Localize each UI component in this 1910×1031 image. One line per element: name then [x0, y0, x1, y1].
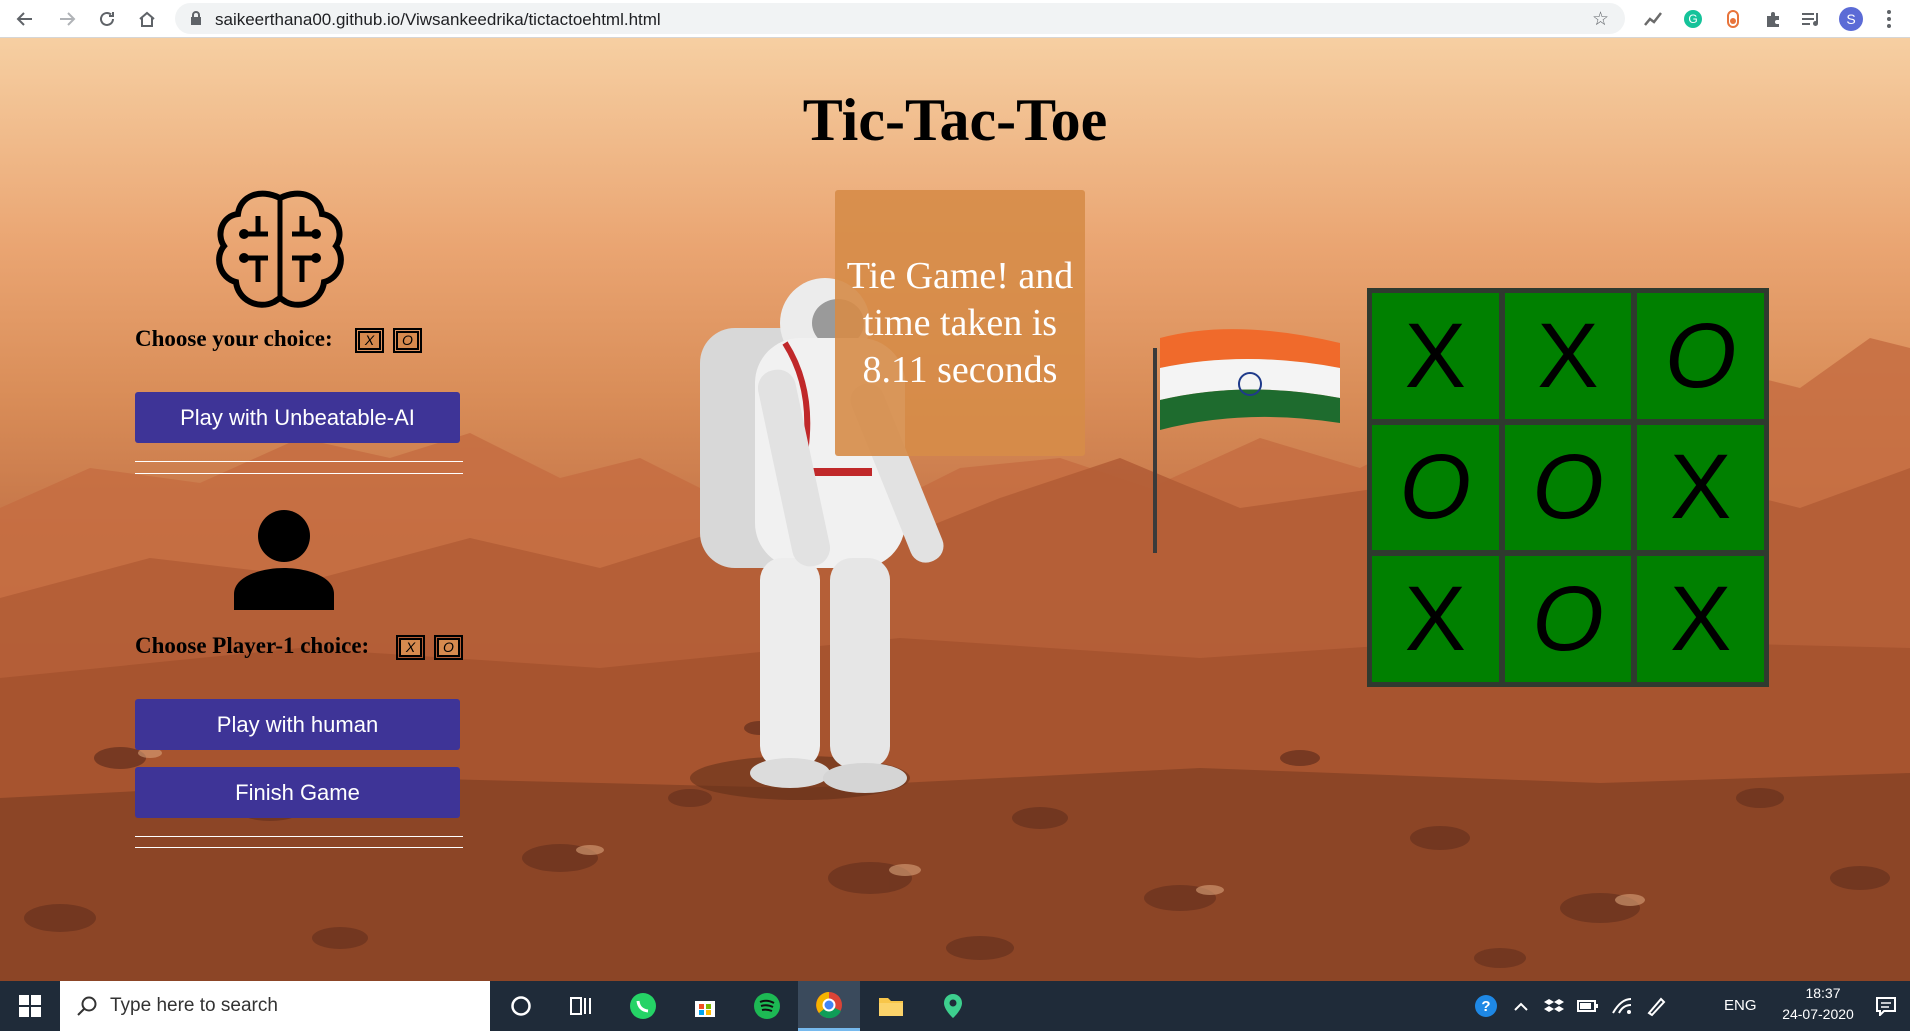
pen-ink-icon[interactable]: [1640, 981, 1672, 1031]
file-explorer-icon[interactable]: [860, 981, 922, 1031]
task-view-icon[interactable]: [550, 981, 612, 1031]
player1-choice-label: Choose Player-1 choice:: [135, 633, 370, 658]
section-divider: [135, 461, 463, 462]
chevron-up-icon[interactable]: [1506, 981, 1536, 1031]
ai-choice-x[interactable]: X: [355, 328, 384, 353]
windows-taskbar: Type here to search ? ENG 18:37 24-07-20…: [0, 981, 1910, 1031]
browser-menu-icon[interactable]: [1876, 6, 1902, 32]
board-cell-3[interactable]: O: [1637, 293, 1764, 419]
finish-game-button[interactable]: Finish Game: [135, 767, 460, 818]
board-cell-7[interactable]: X: [1372, 556, 1499, 682]
board-cell-8[interactable]: O: [1504, 556, 1632, 682]
forward-arrow-icon[interactable]: [54, 6, 80, 32]
media-control-icon[interactable]: [1798, 6, 1824, 32]
player1-choice-o[interactable]: O: [434, 635, 463, 660]
browser-toolbar: saikeerthana00.github.io/Viwsankeedrika/…: [0, 0, 1910, 38]
ai-choice-o[interactable]: O: [393, 328, 422, 353]
cortana-icon[interactable]: [490, 981, 552, 1031]
clock-time[interactable]: 18:37: [1788, 985, 1858, 1001]
help-icon[interactable]: ?: [1468, 981, 1504, 1031]
reload-icon[interactable]: [94, 6, 120, 32]
stats-extension-icon[interactable]: [1640, 6, 1666, 32]
puzzle-extensions-icon[interactable]: [1760, 6, 1786, 32]
profile-avatar[interactable]: S: [1838, 6, 1864, 32]
search-placeholder: Type here to search: [110, 995, 278, 1016]
back-arrow-icon[interactable]: [12, 6, 38, 32]
whatsapp-icon[interactable]: [612, 981, 674, 1031]
home-icon[interactable]: [134, 6, 160, 32]
address-bar[interactable]: saikeerthana00.github.io/Viwsankeedrika/…: [175, 3, 1625, 34]
ai-brain-icon: [216, 190, 344, 308]
board-cell-6[interactable]: X: [1637, 424, 1764, 551]
svg-text:?: ?: [1481, 998, 1490, 1015]
game-page: Tic-Tac-Toe Choose your choice: X O Play…: [0, 38, 1910, 981]
board-cell-4[interactable]: O: [1372, 424, 1499, 551]
extension-orange-icon[interactable]: [1720, 6, 1746, 32]
board-cell-1[interactable]: X: [1372, 293, 1499, 419]
lock-icon: [189, 10, 203, 31]
section-divider: [135, 847, 463, 848]
maps-app-icon[interactable]: [922, 981, 984, 1031]
battery-icon[interactable]: [1572, 981, 1604, 1031]
page-title: Tic-Tac-Toe: [802, 87, 1108, 153]
url-text: saikeerthana00.github.io/Viwsankeedrika/…: [215, 10, 661, 29]
game-result-message: Tie Game! and time taken is 8.11 seconds: [835, 190, 1085, 456]
ai-choice-label: Choose your choice:: [135, 326, 333, 351]
tic-tac-toe-board: X X O O O X X O X: [1367, 288, 1769, 687]
windows-start-icon[interactable]: [0, 981, 60, 1031]
notifications-icon[interactable]: [1866, 981, 1906, 1031]
dropbox-icon[interactable]: [1538, 981, 1570, 1031]
bookmark-star-icon[interactable]: ☆: [1592, 8, 1609, 31]
play-ai-button[interactable]: Play with Unbeatable-AI: [135, 392, 460, 443]
chrome-taskbar-icon[interactable]: [798, 981, 860, 1031]
microsoft-store-icon[interactable]: [674, 981, 736, 1031]
clock-date[interactable]: 24-07-2020: [1768, 1006, 1868, 1022]
board-cell-9[interactable]: X: [1637, 556, 1764, 682]
search-icon: [76, 995, 98, 1022]
section-divider: [135, 836, 463, 837]
language-indicator[interactable]: ENG: [1724, 997, 1757, 1014]
section-divider: [135, 473, 463, 474]
taskbar-search-box[interactable]: Type here to search: [60, 981, 490, 1031]
svg-text:G: G: [1688, 12, 1697, 26]
board-cell-5[interactable]: O: [1504, 424, 1632, 551]
wifi-icon[interactable]: [1606, 981, 1638, 1031]
grammarly-icon[interactable]: G: [1680, 6, 1706, 32]
board-cell-2[interactable]: X: [1504, 293, 1632, 419]
player1-choice-x[interactable]: X: [396, 635, 425, 660]
person-icon: [234, 510, 334, 610]
spotify-icon[interactable]: [736, 981, 798, 1031]
play-human-button[interactable]: Play with human: [135, 699, 460, 750]
